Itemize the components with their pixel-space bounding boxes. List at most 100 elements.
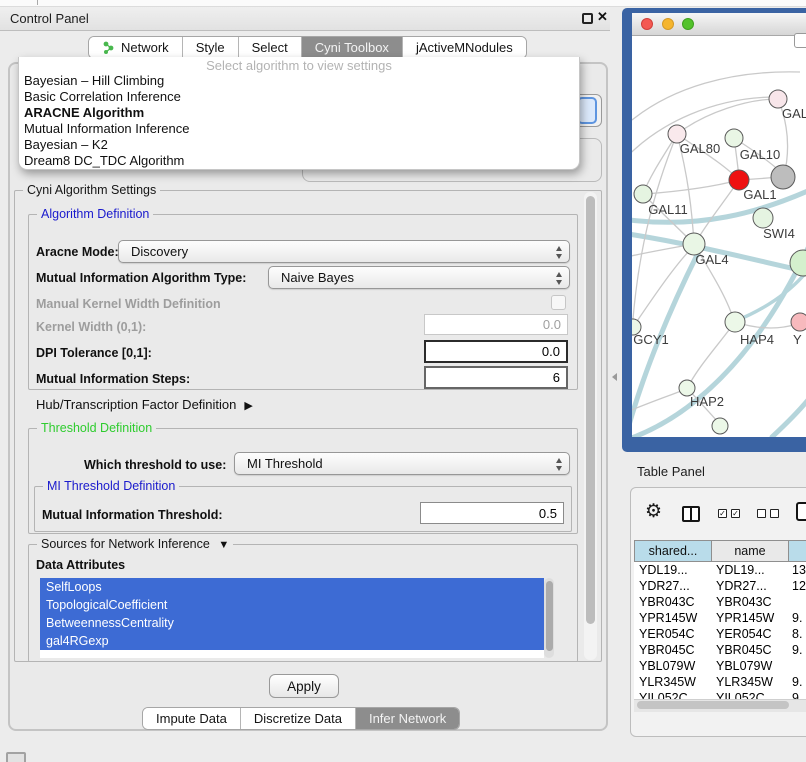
mi-type-combo[interactable]: Naive Bayes	[268, 266, 570, 289]
algorithm-popup-placeholder: Select algorithm to view settings	[19, 58, 579, 73]
dpi-tolerance-field[interactable]: 0.0	[424, 340, 568, 363]
column-header-name[interactable]: name	[711, 540, 789, 562]
algorithm-option-dream8-dc-tdc-algorithm[interactable]: Dream8 DC_TDC Algorithm	[19, 153, 579, 169]
table-row[interactable]: YPR145WYPR145W9.	[634, 610, 806, 626]
network-node-gal10[interactable]	[725, 129, 743, 147]
top-tick	[37, 0, 38, 5]
data-attributes-list[interactable]: SelfLoopsTopologicalCoefficientBetweenne…	[40, 578, 544, 658]
attribute-item-selfloops[interactable]: SelfLoops	[40, 578, 544, 596]
attributes-scrollbar-thumb[interactable]	[546, 581, 553, 651]
splitter-resize-icon[interactable]	[612, 373, 617, 381]
network-tab-icon	[102, 41, 115, 54]
table-row[interactable]: YBR043CYBR043C	[634, 594, 806, 610]
hub-definition-toggle[interactable]: Hub/Transcription Factor Definition▶	[36, 397, 253, 412]
tab-cyni-toolbox[interactable]: Cyni Toolbox	[302, 37, 403, 58]
tab-style[interactable]: Style	[183, 37, 239, 58]
network-node-hap4[interactable]	[725, 312, 745, 332]
algorithm-option-basic-correlation-inference[interactable]: Basic Correlation Inference	[19, 89, 579, 105]
tab-network-label: Network	[121, 40, 169, 55]
table-settings-gear-icon[interactable]: ⚙	[645, 502, 662, 521]
float-window-icon[interactable]	[582, 13, 593, 24]
algorithm-option-bayesian-k2[interactable]: Bayesian – K2	[19, 137, 579, 153]
combo-spinner-icon	[556, 246, 562, 259]
table-row[interactable]: YDL19...YDL19...13	[634, 562, 806, 578]
which-threshold-value: MI Threshold	[247, 456, 323, 471]
aracne-mode-combo[interactable]: Discovery	[118, 240, 570, 263]
zoom-window-icon[interactable]	[682, 18, 694, 30]
cell-name: YBR045C	[711, 643, 788, 657]
mi-threshold-legend: MI Threshold Definition	[43, 479, 179, 493]
mi-threshold-field[interactable]: 0.5	[420, 502, 564, 524]
table-row[interactable]: YLR345WYLR345W9.	[634, 674, 806, 690]
table-row[interactable]: YBL079WYBL079W	[634, 658, 806, 674]
network-node[interactable]	[771, 165, 795, 189]
apply-button[interactable]: Apply	[269, 674, 339, 698]
tab-discretize-data-label: Discretize Data	[254, 711, 342, 726]
function-builder-icon[interactable]	[796, 502, 806, 521]
network-node-gal11[interactable]	[634, 185, 652, 203]
select-all-checkbox-icon[interactable]: ✓	[731, 509, 740, 518]
network-node[interactable]	[712, 418, 728, 434]
table-row[interactable]: YBR045CYBR045C9.	[634, 642, 806, 658]
table-body[interactable]: YDL19...YDL19...13YDR27...YDR27...12YBR0…	[634, 562, 806, 699]
column-header-2[interactable]	[788, 540, 806, 562]
kernel-width-label: Kernel Width (0,1):	[36, 320, 146, 334]
node-label-gcy1: GCY1	[633, 332, 668, 347]
attribute-item-topologicalcoefficient[interactable]: TopologicalCoefficient	[40, 596, 544, 614]
select-all-checkbox-icon[interactable]: ✓	[718, 509, 727, 518]
close-window-icon[interactable]	[641, 18, 653, 30]
tab-select[interactable]: Select	[239, 37, 302, 58]
cell-name: YLR345W	[711, 675, 788, 689]
column-layout-icon-divider	[690, 508, 692, 520]
mi-threshold-label: Mutual Information Threshold:	[42, 508, 223, 522]
algorithm-option-aracne-algorithm[interactable]: ARACNE Algorithm	[19, 105, 579, 121]
column-header-shared[interactable]: shared...	[634, 540, 712, 562]
tab-impute-data[interactable]: Impute Data	[143, 708, 241, 729]
settings-scrollbar-thumb[interactable]	[586, 196, 595, 624]
attribute-item-gal4rgexp[interactable]: gal4RGexp	[40, 632, 544, 650]
cell-value: 9.	[788, 691, 806, 699]
kernel-width-field[interactable]: 0.0	[424, 314, 568, 335]
top-strip	[0, 0, 806, 7]
sources-legend[interactable]: Sources for Network Inference ▼	[37, 537, 233, 551]
tab-jactivemnodules[interactable]: jActiveMNodules	[403, 37, 526, 58]
algorithm-option-bayesian-hill-climbing[interactable]: Bayesian – Hill Climbing	[19, 73, 579, 89]
bottom-left-panel-icon[interactable]	[6, 752, 26, 762]
collapsed-arrow-icon: ▶	[244, 400, 252, 412]
network-node[interactable]	[790, 250, 806, 276]
algorithm-dropdown-popup: Select algorithm to view settings Bayesi…	[18, 57, 580, 170]
tab-network[interactable]: Network	[89, 37, 183, 58]
algorithm-option-mutual-information-inference[interactable]: Mutual Information Inference	[19, 121, 579, 137]
tab-select-label: Select	[252, 40, 288, 55]
network-node-y[interactable]	[791, 313, 806, 331]
table-hscrollbar-thumb[interactable]	[637, 701, 789, 709]
close-panel-icon[interactable]: ✕	[597, 9, 608, 25]
mi-steps-label: Mutual Information Steps:	[36, 372, 190, 386]
cell-shared-name: YLR345W	[634, 675, 711, 689]
attribute-item-betweennesscentrality[interactable]: BetweennessCentrality	[40, 614, 544, 632]
tab-infer-network-label: Infer Network	[369, 711, 446, 726]
node-label-gal: GAL	[782, 106, 806, 121]
network-overlay-widget[interactable]	[794, 33, 806, 48]
cell-name: YDR27...	[711, 579, 788, 593]
tab-infer-network[interactable]: Infer Network	[356, 708, 459, 729]
table-row[interactable]: YER054CYER054C8.	[634, 626, 806, 642]
network-node-swi4[interactable]	[753, 208, 773, 228]
cell-name: YBR043C	[711, 595, 788, 609]
deselect-all-checkbox-icon[interactable]	[770, 509, 779, 518]
deselect-all-checkbox-icon[interactable]	[757, 509, 766, 518]
table-row[interactable]: YDR27...YDR27...12	[634, 578, 806, 594]
algorithm-definition-legend: Algorithm Definition	[37, 207, 153, 221]
network-view[interactable]: GALGAL80GAL10GAL1GAL11SWI4GAL4GCY1HAP4YH…	[632, 36, 806, 437]
table-row[interactable]: YIL052CYIL052C9.	[634, 690, 806, 699]
cell-shared-name: YBL079W	[634, 659, 711, 673]
which-threshold-label: Which threshold to use:	[84, 458, 226, 472]
cell-shared-name: YPR145W	[634, 611, 711, 625]
cell-name: YIL052C	[711, 691, 788, 699]
manual-kernel-checkbox[interactable]	[551, 295, 566, 310]
which-threshold-combo[interactable]: MI Threshold	[234, 452, 570, 475]
tab-discretize-data[interactable]: Discretize Data	[241, 708, 356, 729]
mi-steps-field[interactable]: 6	[424, 366, 568, 389]
minimize-window-icon[interactable]	[662, 18, 674, 30]
node-label-hap4: HAP4	[740, 332, 774, 347]
